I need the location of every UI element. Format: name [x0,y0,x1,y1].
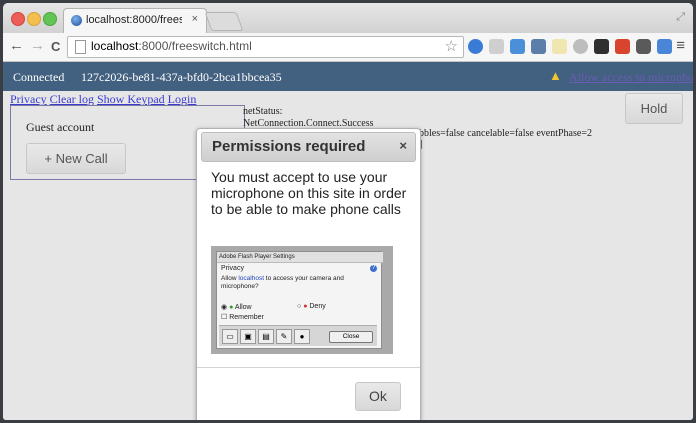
hold-button[interactable]: Hold [625,93,683,124]
back-icon[interactable]: ← [9,37,24,54]
storage-icon: ▤ [258,329,274,344]
forward-icon[interactable]: → [30,37,45,54]
flash-close-button: Close [329,331,373,343]
display-icon: ▭ [222,329,238,344]
url-text[interactable]: localhost:8000/freeswitch.html [91,39,252,53]
remember-option: ☐ Remember [221,314,264,321]
reload-icon[interactable]: C [51,39,60,54]
flash-privacy-label: Privacy [221,265,244,272]
session-id: 127c2026-be81-437a-bfd0-2bca1bbcea35 [81,70,282,84]
menu-icon[interactable]: ≡ [676,37,685,54]
close-window-button[interactable] [11,12,25,26]
microphone-icon: ✎ [276,329,292,344]
extension-red-icon[interactable] [615,39,630,54]
extension-gear-icon[interactable] [573,39,588,54]
extension-translate-icon[interactable] [657,39,672,54]
login-link[interactable]: Login [168,92,197,106]
fullscreen-icon[interactable]: ⤢ [676,11,685,24]
address-bar[interactable]: localhost:8000/freeswitch.html ☆ [67,36,464,58]
zoom-window-button[interactable] [43,12,57,26]
extension-grid-icon[interactable] [489,39,504,54]
page-icon [75,40,86,54]
dialog-divider [197,367,420,368]
microphone-warning-link[interactable]: Allow access to microphone [569,70,693,85]
deny-option: ○ ● Deny [297,303,326,310]
page-content: Connected 127c2026-be81-437a-bfd0-2bca1b… [3,62,693,420]
deny-icon: ● [303,303,308,310]
connection-status: Connected [13,70,65,84]
warning-icon: ▲ [549,68,562,83]
show-keypad-link[interactable]: Show Keypad [97,92,165,106]
event-log: netStatus: NetConnection.Connect.Success [243,106,374,130]
camera-icon: ● [294,329,310,344]
close-tab-icon[interactable]: × [192,13,198,25]
privacy-tab-icon: ▣ [240,329,256,344]
bookmark-star-icon[interactable]: ☆ [445,37,458,55]
log-line: bbles=false cancelable=false eventPhase=… [419,128,592,139]
new-call-button[interactable]: + New Call [26,143,126,174]
flash-title: Adobe Flash Player Settings [217,252,383,263]
tab-freeswitch[interactable]: localhost:8000/freeswitch × [63,8,207,34]
clear-log-link[interactable]: Clear log [50,92,94,106]
extension-globe-icon[interactable] [468,39,483,54]
flash-settings-image: Adobe Flash Player Settings Privacy ? Al… [211,246,393,354]
ok-button[interactable]: Ok [355,382,401,411]
status-bar: Connected 127c2026-be81-437a-bfd0-2bca1b… [3,62,693,91]
allow-option: ◉ ● Allow [221,304,252,311]
tab-title: localhost:8000/freeswitch [86,14,182,26]
dialog-header: Permissions required × [201,132,416,162]
account-name: Guest account [26,120,95,134]
permissions-dialog: Permissions required × You must accept t… [196,128,421,420]
flash-tab-bar: ▭ ▣ ▤ ✎ ● Close [219,325,377,346]
browser-window: localhost:8000/freeswitch × ⤢ ← → C loca… [3,3,693,420]
check-icon: ● [229,304,234,311]
log-line: netStatus: [243,106,283,117]
close-icon[interactable]: × [399,138,407,153]
extension-badge-icon[interactable] [510,39,525,54]
extension-pocket-icon[interactable] [636,39,651,54]
extension-screen-icon[interactable] [531,39,546,54]
new-tab-button[interactable] [204,12,244,31]
extension-pencil-icon[interactable] [552,39,567,54]
flash-settings-panel: Adobe Flash Player Settings Privacy ? Al… [216,251,383,349]
tab-strip: localhost:8000/freeswitch × ⤢ [3,3,693,34]
browser-toolbar: ← → C localhost:8000/freeswitch.html ☆ ≡ [3,33,693,62]
extension-s-icon[interactable] [594,39,609,54]
dialog-message: You must accept to use your microphone o… [211,169,407,217]
question-host: localhost [238,275,264,282]
dialog-title: Permissions required [212,138,366,155]
question-pre: Allow [221,275,239,282]
flash-question: Allow localhost to access your camera an… [221,275,371,291]
privacy-link[interactable]: Privacy [10,92,47,106]
globe-icon [71,15,82,26]
help-icon: ? [370,265,377,272]
minimize-window-button[interactable] [27,12,41,26]
